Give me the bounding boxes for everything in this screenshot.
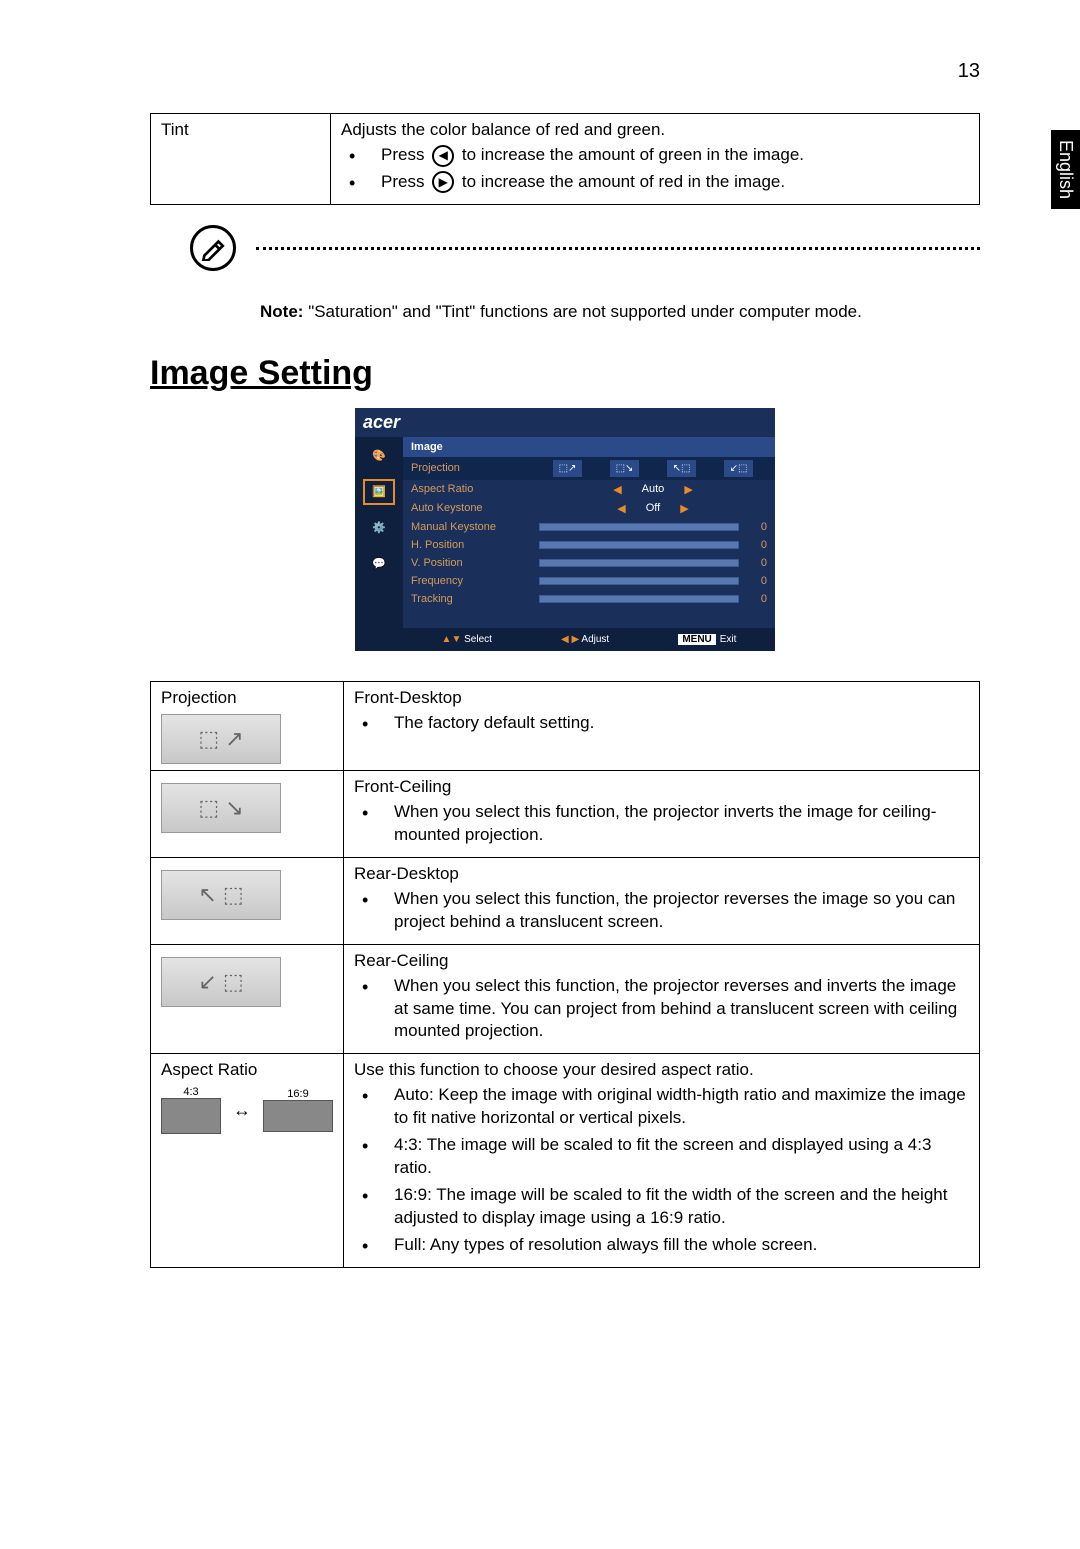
tint-bullet-green: Press ◀ to increase the amount of green …	[341, 144, 969, 167]
note-text: Note: "Saturation" and "Tint" functions …	[260, 301, 980, 324]
osd-manualkeystone-label: Manual Keystone	[411, 521, 531, 533]
tint-table: Tint Adjusts the color balance of red an…	[150, 113, 980, 205]
tint-desc-cell: Adjusts the color balance of red and gre…	[331, 114, 980, 205]
osd-num: 0	[747, 593, 767, 605]
osd-num: 0	[747, 521, 767, 533]
note-divider-row	[190, 225, 980, 271]
osd-brand: acer	[355, 408, 775, 437]
proj-front-ceiling-thumb: ⬚ ↘	[161, 783, 281, 833]
language-tab: English	[1051, 130, 1080, 209]
osd-num: 0	[747, 557, 767, 569]
note-icon	[190, 225, 236, 271]
projection-table: Projection ⬚ ↗ Front-Desktop The factory…	[150, 681, 980, 1268]
osd-title: Image	[403, 437, 775, 457]
osd-frequency-label: Frequency	[411, 575, 531, 587]
dotted-divider	[256, 247, 980, 250]
aspect-ratio-label-cell: Aspect Ratio 4:3 ↔ 16:9	[151, 1054, 344, 1268]
tint-bullet-red: Press ▶ to increase the amount of red in…	[341, 171, 969, 194]
osd-hpos-label: H. Position	[411, 539, 531, 551]
right-tri-icon: ▶	[680, 502, 688, 515]
proj-front-desktop-thumb: ⬚ ↗	[161, 714, 281, 764]
osd-slider	[539, 523, 739, 531]
osd-projection-icons: ⬚↗ ⬚↘ ↖⬚ ↙⬚	[539, 460, 767, 477]
osd-vpos-label: V. Position	[411, 557, 531, 569]
proj-front-desktop-icon: ⬚↗	[553, 460, 583, 477]
swap-arrow-icon: ↔	[233, 1100, 251, 1121]
proj-rear-desktop-icon: ↖⬚	[667, 460, 697, 477]
osd-slider	[539, 595, 739, 603]
projection-desc-cell: Front-Desktop The factory default settin…	[344, 681, 980, 770]
osd-slider	[539, 559, 739, 567]
aspect-ratio-thumb: 4:3 ↔ 16:9	[161, 1086, 333, 1134]
osd-sidebar: 🎨 🖼️ ⚙️ 💬	[355, 437, 403, 651]
proj-rear-ceiling-icon: ↙⬚	[724, 460, 754, 477]
left-arrow-icon: ◀	[432, 145, 454, 167]
osd-autokeystone-value: Off	[646, 502, 660, 514]
osd-color-icon: 🎨	[365, 445, 393, 467]
proj-rear-desktop-thumb: ↖ ⬚	[161, 870, 281, 920]
osd-slider	[539, 577, 739, 585]
osd-image-icon: 🖼️	[365, 481, 393, 503]
osd-projection-label: Projection	[411, 462, 531, 474]
tint-desc: Adjusts the color balance of red and gre…	[341, 120, 969, 140]
osd-aspect-label: Aspect Ratio	[411, 483, 531, 495]
osd-menu: acer 🎨 🖼️ ⚙️ 💬 Image Projection ⬚↗ ⬚↘ ↖⬚…	[355, 408, 775, 651]
right-tri-icon: ▶	[684, 483, 692, 496]
osd-aspect-value: Auto	[642, 483, 665, 495]
projection-label-cell: Projection ⬚ ↗	[151, 681, 344, 770]
right-arrow-icon: ▶	[432, 171, 454, 193]
page-number: 13	[150, 60, 980, 83]
proj-rear-ceiling-thumb: ↙ ⬚	[161, 957, 281, 1007]
osd-tracking-label: Tracking	[411, 593, 531, 605]
osd-num: 0	[747, 575, 767, 587]
tint-label: Tint	[151, 114, 331, 205]
left-tri-icon: ◀	[613, 483, 621, 496]
osd-num: 0	[747, 539, 767, 551]
osd-language-icon: 💬	[365, 553, 393, 575]
osd-slider	[539, 541, 739, 549]
section-heading: Image Setting	[150, 354, 980, 393]
left-tri-icon: ◀	[617, 502, 625, 515]
osd-footer: ▲▼ Select ◀ ▶ Adjust MENUExit	[403, 628, 775, 651]
proj-front-ceiling-icon: ⬚↘	[610, 460, 640, 477]
osd-autokeystone-label: Auto Keystone	[411, 502, 531, 514]
osd-management-icon: ⚙️	[365, 517, 393, 539]
